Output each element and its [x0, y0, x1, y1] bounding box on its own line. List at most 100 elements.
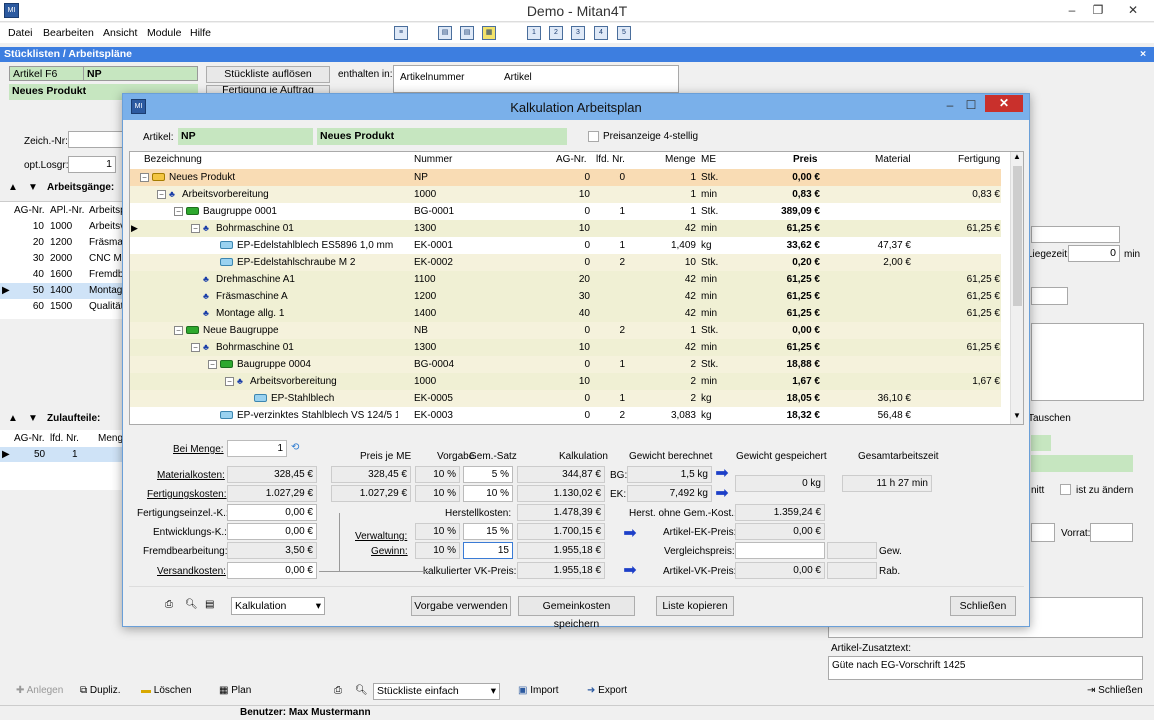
preview-icon[interactable]: 🔍︎	[185, 599, 198, 610]
artikel-code-field[interactable]: NP	[83, 66, 198, 81]
collapse-icon[interactable]: −	[191, 223, 200, 233]
tree-row[interactable]: ♣ Montage allg. 1 1400 40 42 min 61,25 € 61,25 …	[130, 305, 1001, 322]
tree-row[interactable]: − Neues Produkt NP 0 0 1 Stk. 0,00 €	[130, 169, 1001, 186]
view5-icon[interactable]: 5	[617, 26, 631, 40]
vorgabe-verwenden-button[interactable]: Vorgabe verwenden	[411, 596, 511, 616]
view3-icon[interactable]: 3	[571, 26, 585, 40]
tree-row[interactable]: − ♣ Arbeitsvorbereitung 1000 10 1 min 0,83 € 0,8…	[130, 186, 1001, 203]
liste-kopieren-button[interactable]: Liste kopieren	[656, 596, 734, 616]
view4-icon[interactable]: 4	[594, 26, 608, 40]
grid-icon[interactable]: ▦	[482, 26, 496, 40]
menu-ansicht[interactable]: Ansicht	[103, 27, 137, 39]
table-row[interactable]: 30 2000 CNC M	[0, 251, 125, 267]
arrow-right-icon[interactable]: ➡	[714, 486, 730, 502]
sort-up-icon[interactable]: ▲	[8, 413, 18, 424]
artikel-button[interactable]: Artikel F6	[13, 68, 57, 80]
gewinn-gemsatz[interactable]: 15	[463, 542, 513, 559]
print-icon[interactable]: ⎙	[165, 599, 173, 610]
zeich-input[interactable]	[68, 131, 126, 148]
liegezeit-input[interactable]: 0	[1068, 245, 1120, 262]
table-row[interactable]: ▶ 50 1400 Montag	[0, 283, 125, 299]
tree-row[interactable]: EP-verzinktes Stahlblech VS 124/5 1,5 EK-…	[130, 407, 1001, 424]
sort-up-icon[interactable]: ▲	[8, 182, 18, 193]
entwicklung-input[interactable]: 0,00 €	[227, 523, 317, 540]
dialog-close-button[interactable]: ✕	[985, 95, 1023, 112]
refresh-icon[interactable]: ⟲	[291, 442, 299, 453]
table-row[interactable]: ▶ 50 1	[0, 447, 125, 462]
view1-icon[interactable]: 1	[527, 26, 541, 40]
table-row[interactable]: 10 1000 Arbeitsv	[0, 219, 125, 235]
table-row[interactable]: 40 1600 Fremdb	[0, 267, 125, 283]
dupliz-button[interactable]: ⧉ Dupliz.	[80, 685, 121, 696]
sort-down-icon[interactable]: ▼	[28, 182, 38, 193]
bei-menge-input[interactable]: 1	[227, 440, 287, 457]
fertigungseinzel-input[interactable]: 0,00 €	[227, 504, 317, 521]
tree-row[interactable]: − Neue Baugruppe NB 0 2 1 Stk. 0,00 €	[130, 322, 1001, 339]
scroll-up-icon[interactable]: ▲	[1013, 152, 1021, 161]
right-textarea[interactable]	[1031, 323, 1144, 401]
tree-row[interactable]: ▶ − ♣ Bohrmaschine 01 1300 10 42 min 61,25 € 61,2…	[130, 220, 1001, 237]
menu-module[interactable]: Module	[147, 27, 181, 39]
stueckliste-mode-select[interactable]: Stückliste einfach ▾	[373, 683, 500, 700]
table-row[interactable]: 60 1500 Qualität	[0, 299, 125, 315]
gemeinkosten-speichern-button[interactable]: Gemeinkosten speichern	[518, 596, 635, 630]
export-sheet-icon[interactable]: ▤	[205, 599, 214, 610]
zusatztext-field[interactable]: Güte nach EG-Vorschrift 1425	[828, 656, 1143, 680]
dialog-maximize-button[interactable]: ☐	[959, 97, 983, 113]
dialog-schliessen-button[interactable]: Schließen	[950, 596, 1016, 616]
table-icon[interactable]: ▤	[438, 26, 452, 40]
versand-input[interactable]: 0,00 €	[227, 562, 317, 579]
tree-row[interactable]: − ♣ Arbeitsvorbereitung 1000 10 2 min 1,67 € 1,6…	[130, 373, 1001, 390]
vergleichspreis-input[interactable]	[735, 542, 825, 559]
arrow-right-icon[interactable]: ➡	[622, 563, 638, 579]
arrow-right-icon[interactable]: ➡	[622, 526, 638, 542]
plan-button[interactable]: ▦ Plan	[219, 685, 251, 696]
tree-row[interactable]: − ♣ Bohrmaschine 01 1300 10 42 min 61,25 € 61,25…	[130, 339, 1001, 356]
optlosgr-input[interactable]: 1	[68, 156, 116, 173]
minimize-button[interactable]: –	[1060, 2, 1084, 18]
scroll-down-icon[interactable]: ▼	[1013, 411, 1021, 420]
print-icon[interactable]: ⎙	[334, 685, 342, 696]
collapse-icon[interactable]: −	[208, 359, 217, 369]
materialkosten-gemsatz[interactable]: 5 %	[463, 466, 513, 483]
right-field[interactable]	[1031, 226, 1120, 243]
tree-row[interactable]: − Baugruppe 0004 BG-0004 0 1 2 Stk. 18,88 €	[130, 356, 1001, 373]
menu-datei[interactable]: Datei	[8, 27, 33, 39]
maximize-button[interactable]: ❐	[1086, 2, 1110, 18]
tree-row[interactable]: − Baugruppe 0001 BG-0001 0 1 1 Stk. 389,09 €	[130, 203, 1001, 220]
close-button[interactable]: ✕	[1116, 2, 1150, 18]
tree-row[interactable]: EP-Stahlblech EK-0005 0 1 2 kg 18,05 € 36,10 €	[130, 390, 1001, 407]
fertigungskosten-gemsatz[interactable]: 10 %	[463, 485, 513, 502]
verwaltung-gemsatz[interactable]: 15 %	[463, 523, 513, 540]
tree-row[interactable]: EP-Blindniet 2x4 6321EK-00040310Stk.0,10…	[130, 424, 1001, 425]
section-close-icon[interactable]: ×	[1140, 47, 1146, 62]
tree-row[interactable]: EP-Edelstahlblech ES5896 1,0 mm EK-0001 0 1…	[130, 237, 1001, 254]
menu-hilfe[interactable]: Hilfe	[190, 27, 211, 39]
sort-down-icon[interactable]: ▼	[28, 413, 38, 424]
collapse-icon[interactable]: −	[140, 172, 149, 182]
preisanzeige-checkbox[interactable]	[588, 131, 599, 142]
anlegen-button[interactable]: ✚ Anlegen	[16, 685, 63, 696]
collapse-icon[interactable]: −	[191, 342, 200, 352]
vorrat-input[interactable]	[1090, 523, 1133, 542]
kalkulation-select[interactable]: Kalkulation ▾	[231, 597, 325, 615]
loeschen-button[interactable]: ▬ Löschen	[141, 685, 192, 696]
table-icon[interactable]: ▤	[460, 26, 474, 40]
ist-zu-aendern-checkbox[interactable]	[1060, 484, 1071, 495]
export-button[interactable]: ➜ Export	[587, 685, 627, 696]
collapse-icon[interactable]: −	[174, 325, 183, 335]
import-button[interactable]: ▣ Import	[518, 685, 559, 696]
tauschen-button[interactable]: Tauschen	[1028, 413, 1071, 424]
right-field[interactable]	[1031, 287, 1068, 305]
view2-icon[interactable]: 2	[549, 26, 563, 40]
tree-scrollbar[interactable]: ▲ ▼	[1010, 152, 1023, 424]
scrollbar-thumb[interactable]	[1013, 166, 1022, 306]
preview-icon[interactable]: 🔍︎	[355, 685, 368, 696]
table-row[interactable]: 20 1200 Fräsma	[0, 235, 125, 251]
arrow-right-icon[interactable]: ➡	[714, 466, 730, 482]
stueckliste-aufloesen-dropdown[interactable]: Stückliste auflösen	[206, 66, 330, 83]
collapse-icon[interactable]: −	[174, 206, 183, 216]
schliessen-button[interactable]: ⇥ Schließen	[1087, 685, 1143, 696]
tree-row[interactable]: ♣ Fräsmaschine A 1200 30 42 min 61,25 € 61,25 €	[130, 288, 1001, 305]
tree-row[interactable]: ♣ Drehmaschine A1 1100 20 42 min 61,25 € 61,25 …	[130, 271, 1001, 288]
